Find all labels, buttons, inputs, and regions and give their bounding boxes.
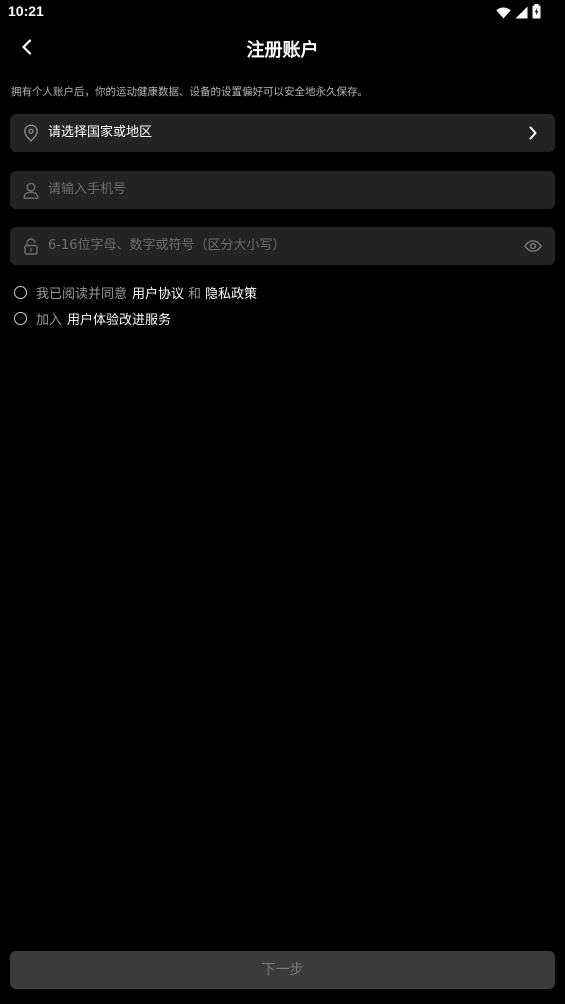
cellular-signal-icon	[515, 4, 528, 23]
phone-input-placeholder: 请输入手机号	[48, 182, 127, 197]
privacy-policy-link[interactable]: 隐私政策	[205, 283, 257, 302]
eye-icon[interactable]	[523, 236, 543, 256]
country-selector-label: 请选择国家或地区	[48, 125, 153, 140]
user-icon	[21, 180, 41, 200]
phone-input[interactable]: 请输入手机号	[10, 171, 555, 209]
improve-program-link[interactable]: 用户体验改进服务	[67, 309, 171, 328]
status-bar: 10:21	[0, 0, 565, 24]
page-title: 注册账户	[246, 40, 319, 61]
back-button[interactable]	[14, 36, 40, 62]
chevron-right-icon	[523, 123, 543, 143]
country-selector[interactable]: 请选择国家或地区	[10, 114, 555, 152]
next-button[interactable]: 下一步	[10, 951, 555, 989]
chevron-left-icon	[21, 39, 33, 59]
status-icons	[496, 4, 541, 23]
lock-icon	[21, 236, 41, 256]
subtitle: 拥有个人账户后，你的运动健康数据、设备的设置偏好可以安全地永久保存。	[11, 86, 368, 98]
password-input-placeholder: 6-16位字母、数字或符号（区分大小写）	[48, 238, 286, 253]
location-pin-icon	[21, 123, 41, 143]
password-input[interactable]: 6-16位字母、数字或符号（区分大小写）	[10, 227, 555, 265]
improve-program-prefix: 加入	[36, 312, 63, 328]
status-time: 10:21	[8, 3, 44, 19]
agreement-row: 我已阅读并同意 用户协议 和 隐私政策	[14, 283, 257, 302]
battery-icon	[532, 4, 541, 23]
agreement-and: 和	[188, 286, 202, 302]
agreement-prefix: 我已阅读并同意	[36, 286, 128, 302]
user-agreement-link[interactable]: 用户协议	[132, 283, 184, 302]
wifi-icon	[496, 4, 511, 23]
improve-program-checkbox[interactable]	[14, 311, 27, 325]
improve-program-row: 加入 用户体验改进服务	[14, 309, 171, 328]
agreement-checkbox[interactable]	[14, 285, 27, 299]
